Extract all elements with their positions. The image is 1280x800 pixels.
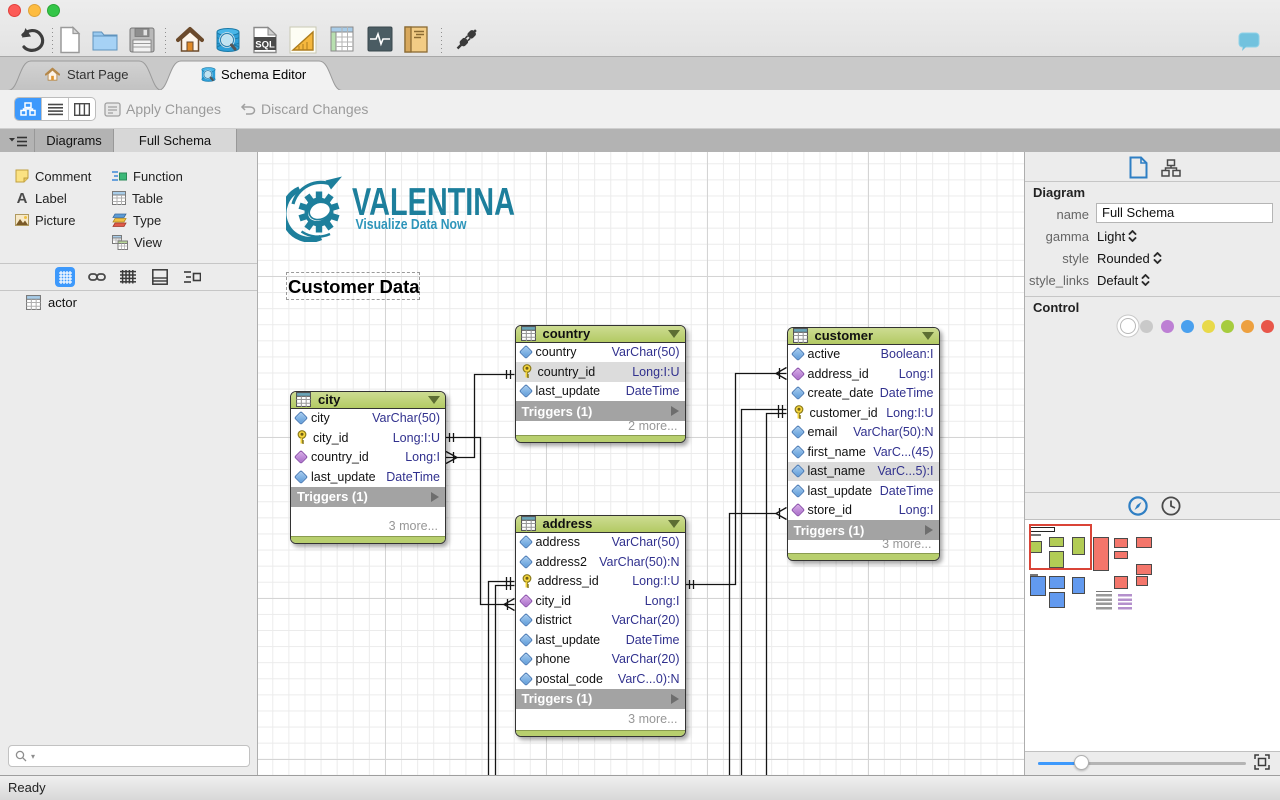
svg-text:SQL: SQL	[255, 40, 275, 51]
